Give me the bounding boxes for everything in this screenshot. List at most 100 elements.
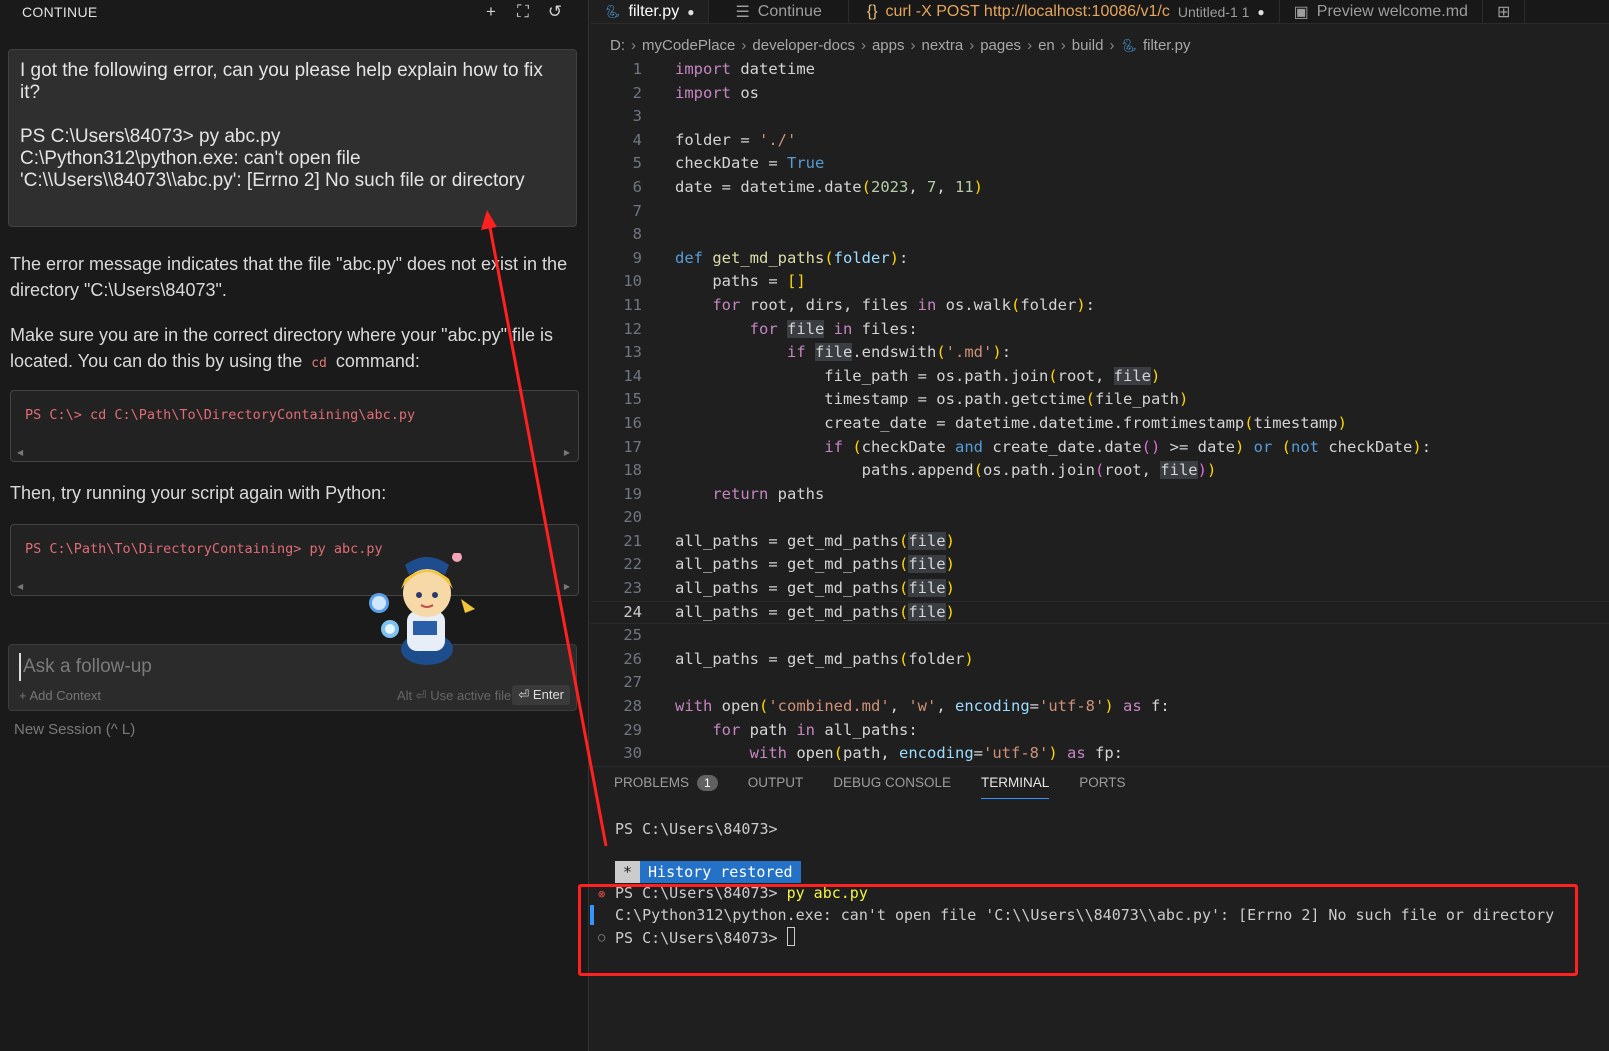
editor-area: 🐍︎ filter.py ● ☰ Continue {} curl -X POS… bbox=[590, 0, 1609, 1051]
tab-problems[interactable]: PROBLEMS 1 bbox=[614, 767, 718, 799]
code-line: 11 for root, dirs, files in os.walk(fold… bbox=[590, 294, 1609, 318]
code-line: 5 checkDate = True bbox=[590, 152, 1609, 176]
continue-panel: CONTINUE + ⛶ ↺ I got the following error… bbox=[0, 0, 589, 1051]
line-number: 9 bbox=[632, 248, 642, 267]
scroll-right-icon[interactable]: ▶ bbox=[564, 448, 570, 457]
answer-text: Make sure you are in the correct directo… bbox=[10, 325, 554, 371]
line-number: 15 bbox=[623, 390, 642, 409]
line-number: 16 bbox=[623, 413, 642, 432]
code-text: file_path = os.path.join(root, file) bbox=[675, 366, 1161, 385]
code-block-2[interactable]: PS C:\Path\To\DirectoryContaining> py ab… bbox=[10, 524, 579, 596]
terminal-prompt: PS C:\Users\84073> bbox=[615, 884, 787, 902]
enter-button[interactable]: ⏎ Enter bbox=[512, 685, 570, 705]
terminal-command: py abc.py bbox=[786, 884, 868, 902]
tab-label: PROBLEMS bbox=[614, 774, 690, 790]
use-active-file-button[interactable]: Alt ⏎ Use active file bbox=[397, 688, 511, 704]
history-icon[interactable]: ↺ bbox=[544, 2, 566, 22]
tab-continue[interactable]: ☰ Continue bbox=[709, 0, 849, 23]
new-session-icon[interactable]: + bbox=[480, 2, 502, 22]
tab-label: Preview welcome.md bbox=[1316, 2, 1468, 20]
braces-icon: {} bbox=[866, 2, 878, 20]
code-line: 21 all_paths = get_md_paths(file) bbox=[590, 530, 1609, 554]
terminal[interactable]: PS C:\Users\84073> * History restored ⊗ … bbox=[590, 800, 1609, 1051]
history-text: History restored bbox=[640, 861, 801, 883]
code-text: with open('combined.md', 'w', encoding='… bbox=[675, 697, 1170, 716]
code-block-text: PS C:\Path\To\DirectoryContaining> py ab… bbox=[25, 541, 383, 557]
tab-debug-console[interactable]: DEBUG CONSOLE bbox=[833, 767, 951, 798]
code-line: 26 all_paths = get_md_paths(folder) bbox=[590, 648, 1609, 672]
code-line: 20 bbox=[590, 506, 1609, 530]
code-line: 13 if file.endswith('.md'): bbox=[590, 341, 1609, 365]
breadcrumb-item[interactable]: developer-docs bbox=[752, 37, 855, 54]
history-star: * bbox=[615, 861, 641, 883]
tab-terminal[interactable]: TERMINAL bbox=[981, 767, 1050, 799]
modified-dot-icon[interactable]: ● bbox=[1257, 5, 1264, 19]
user-message-line: PS C:\Users\84073> py abc.py bbox=[20, 126, 281, 147]
code-line: 19 return paths bbox=[590, 483, 1609, 507]
breadcrumb-item[interactable]: apps bbox=[872, 37, 905, 54]
breadcrumb-item[interactable]: D: bbox=[610, 37, 625, 54]
line-number: 25 bbox=[623, 626, 642, 645]
python-icon: 🐍︎ bbox=[1120, 37, 1137, 53]
code-text: for file in files: bbox=[749, 319, 918, 338]
tab-ports[interactable]: PORTS bbox=[1079, 767, 1125, 798]
add-context-button[interactable]: + Add Context bbox=[19, 688, 101, 703]
terminal-line: PS C:\Users\84073> bbox=[615, 820, 778, 838]
tab-label: filter.py bbox=[628, 2, 680, 20]
code-editor[interactable]: 1 import datetime 2 import os 3 4 folder = … bbox=[590, 58, 1609, 765]
line-number: 23 bbox=[623, 579, 642, 598]
code-line: 1 import datetime bbox=[590, 58, 1609, 82]
breadcrumb-item[interactable]: pages bbox=[980, 37, 1021, 54]
error-circle-icon[interactable]: ⊗ bbox=[598, 887, 605, 901]
breadcrumb-item[interactable]: filter.py bbox=[1143, 37, 1191, 54]
breadcrumb-item[interactable]: build bbox=[1072, 37, 1104, 54]
fullscreen-icon[interactable]: ⛶ bbox=[512, 2, 534, 22]
code-text: all_paths = get_md_paths(file) bbox=[675, 531, 955, 550]
breadcrumb-item[interactable]: myCodePlace bbox=[642, 37, 735, 54]
tab-label: Continue bbox=[757, 2, 822, 20]
code-block-text: PS C:\> cd C:\Path\To\DirectoryContainin… bbox=[25, 407, 416, 423]
line-number: 26 bbox=[623, 649, 642, 668]
tab-output[interactable]: OUTPUT bbox=[748, 767, 804, 798]
code-text: paths = [] bbox=[675, 272, 806, 291]
code-line: 15 timestamp = os.path.getctime(file_pat… bbox=[590, 388, 1609, 412]
line-number: 12 bbox=[623, 319, 642, 338]
split-editor-icon[interactable]: ⊞ bbox=[1483, 0, 1526, 23]
code-line: 8 bbox=[590, 223, 1609, 247]
code-text: with open(path, encoding='utf-8') as fp: bbox=[749, 744, 1124, 763]
line-number: 28 bbox=[623, 697, 642, 716]
line-number: 6 bbox=[632, 177, 642, 196]
problems-count-badge: 1 bbox=[697, 774, 718, 791]
line-number: 21 bbox=[623, 531, 642, 550]
scroll-left-icon[interactable]: ◀ bbox=[17, 448, 23, 457]
scroll-right-icon[interactable]: ▶ bbox=[564, 582, 570, 591]
code-block-1[interactable]: PS C:\> cd C:\Path\To\DirectoryContainin… bbox=[10, 390, 579, 462]
tab-preview-welcome[interactable]: ▣ Preview welcome.md bbox=[1280, 0, 1483, 23]
new-session-link[interactable]: New Session (^ L) bbox=[14, 721, 135, 738]
user-message[interactable]: I got the following error, can you pleas… bbox=[8, 49, 577, 227]
code-text: for root, dirs, files in os.walk(folder)… bbox=[712, 295, 1095, 314]
code-text: import datetime bbox=[675, 60, 815, 78]
terminal-line: PS C:\Users\84073> py abc.py bbox=[615, 884, 868, 902]
tab-sublabel: Untitled-1 1 bbox=[1177, 3, 1250, 20]
scroll-left-icon[interactable]: ◀ bbox=[17, 582, 23, 591]
modified-dot-icon[interactable]: ● bbox=[687, 5, 694, 19]
tab-filter-py[interactable]: 🐍︎ filter.py ● bbox=[590, 0, 710, 23]
code-text: timestamp = os.path.getctime(file_path) bbox=[675, 390, 1189, 409]
breadcrumb-item[interactable]: en bbox=[1038, 37, 1055, 54]
line-number: 3 bbox=[632, 107, 642, 126]
circle-icon[interactable]: ○ bbox=[598, 930, 605, 944]
code-line: 27 bbox=[590, 671, 1609, 695]
code-text: all_paths = get_md_paths(folder) bbox=[675, 649, 974, 668]
code-line: 23 all_paths = get_md_paths(file) bbox=[590, 577, 1609, 601]
line-number: 19 bbox=[623, 484, 642, 503]
breadcrumb-item[interactable]: nextra bbox=[921, 37, 963, 54]
terminal-cursor bbox=[786, 927, 795, 946]
line-number: 5 bbox=[632, 154, 642, 173]
continue-title: CONTINUE bbox=[22, 4, 98, 20]
code-line-current: 24 all_paths = get_md_paths(file) bbox=[590, 601, 1609, 625]
line-number: 1 bbox=[632, 60, 642, 78]
code-line: 30 with open(path, encoding='utf-8') as … bbox=[590, 742, 1609, 765]
tab-curl-untitled[interactable]: {} curl -X POST http://localhost:10086/v… bbox=[849, 0, 1280, 23]
terminal-error: C:\Python312\python.exe: can't open file… bbox=[615, 906, 1555, 924]
